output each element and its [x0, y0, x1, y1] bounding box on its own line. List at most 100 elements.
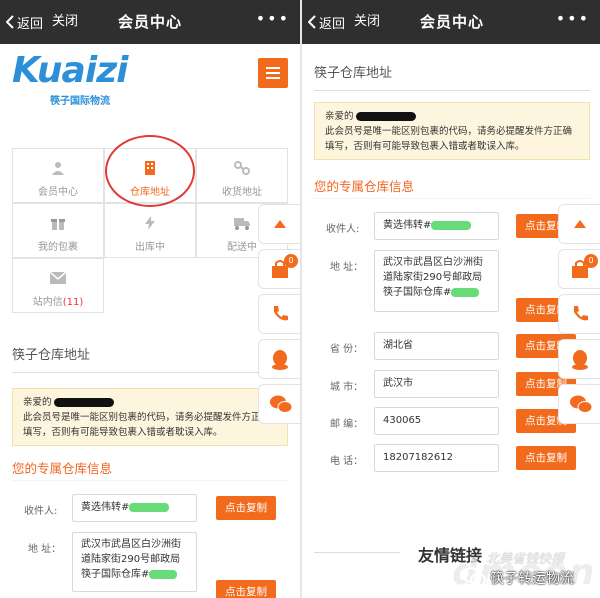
grid-item-member-center[interactable]: 会员中心 [12, 148, 104, 203]
scroll-top-button[interactable] [258, 204, 300, 244]
info-title: 您的专属仓库信息 [314, 179, 415, 194]
section-title: 筷子仓库地址 [12, 348, 91, 363]
highlight-mark [431, 220, 472, 230]
screenshot: 返回 关闭 会员中心 ••• Kuaizi 筷子国际物流 会员中心 仓库地址 收… [0, 0, 600, 598]
hamburger-menu-button[interactable] [258, 58, 288, 88]
province-field[interactable]: 湖北省 [374, 332, 499, 360]
back-label: 返回 [319, 16, 346, 32]
nav-bar: 返回 关闭 会员中心 ••• [302, 0, 600, 44]
grid-label: 收货地址 [222, 187, 262, 198]
address-field[interactable]: 武汉市武昌区白沙洲街道陆家街290号邮政局筷子国际仓库# [72, 532, 197, 592]
grid-item-outbound[interactable]: 出库中 [104, 203, 196, 258]
grid-label: 会员中心 [38, 187, 78, 198]
logo-text: Kuaizi [12, 50, 128, 91]
cart-button[interactable]: 0 [258, 249, 300, 289]
close-button[interactable]: 关闭 [52, 12, 78, 32]
grid-item-my-packages[interactable]: 我的包裹 [12, 203, 104, 258]
divider [12, 480, 288, 481]
page-title: 会员中心 [118, 13, 183, 31]
divider [12, 372, 288, 373]
more-menu-button[interactable]: ••• [256, 11, 290, 30]
bolt-icon [105, 216, 195, 234]
address-label: 地 址： [28, 544, 62, 555]
kuaizi-logo: Kuaizi 筷子国际物流 [12, 52, 142, 108]
nav-bar: 返回 关闭 会员中心 ••• [0, 0, 300, 44]
copy-address-button[interactable]: 点击复制 [216, 580, 276, 598]
user-icon [13, 161, 103, 179]
redaction-mark [355, 112, 416, 121]
phone-field[interactable]: 18207182612 [374, 444, 499, 472]
address-field[interactable]: 武汉市武昌区白沙洲街道陆家街290号邮政局筷子国际仓库# [374, 250, 499, 312]
zip-field[interactable]: 430065 [374, 407, 499, 435]
watermark-top: 北美省钱快报 [486, 552, 565, 567]
divider [314, 90, 590, 91]
highlight-mark [149, 569, 178, 579]
zip-label: 邮 编： [330, 419, 364, 430]
gift-icon [13, 216, 103, 234]
back-button[interactable]: 返回 [308, 12, 345, 32]
wechat-button[interactable] [258, 384, 300, 424]
notice-greeting: 亲爱的 [325, 111, 354, 122]
recipient-field[interactable]: 黄选伟转# [374, 212, 499, 240]
phone-icon [274, 306, 288, 321]
caret-up-icon [274, 220, 286, 228]
redaction-mark [53, 398, 114, 407]
city-label: 城 市： [330, 382, 364, 393]
phone-button[interactable] [558, 294, 600, 334]
grid-item-inbox[interactable]: 站内信(11) [12, 258, 104, 313]
notice-body: 此会员号是唯一能区别包裹的代码，请务必提醒发件方正确填写，否则有可能导致包裹入错… [325, 126, 573, 152]
chevron-left-icon [308, 15, 316, 29]
qq-button[interactable] [558, 339, 600, 379]
cart-badge: 0 [584, 254, 598, 268]
unread-badge: (11) [62, 297, 84, 308]
recipient-label: 收件人: [24, 506, 58, 517]
grid-label: 出库中 [135, 242, 165, 253]
grid-label: 站内信(11) [32, 297, 84, 308]
province-label: 省 份： [330, 344, 364, 355]
grid-item-delivery-address[interactable]: 收货地址 [196, 148, 288, 203]
logo-subtitle: 筷子国际物流 [50, 96, 110, 107]
highlight-mark [129, 502, 170, 512]
back-label: 返回 [17, 16, 44, 32]
qq-button[interactable] [258, 339, 300, 379]
right-screen: 返回 关闭 会员中心 ••• 筷子仓库地址 亲爱的 此会员号是唯一能区别包裹的代… [302, 0, 600, 598]
page-title: 会员中心 [420, 13, 485, 31]
more-menu-button[interactable]: ••• [556, 11, 590, 30]
watermark-bottom: 筷子转运物流 [490, 571, 574, 587]
info-title: 您的专属仓库信息 [12, 461, 113, 476]
phone-label: 电 话： [330, 456, 364, 467]
link-icon [197, 161, 287, 179]
notice-body: 此会员号是唯一能区别包裹的代码，请务必提醒发件方正确填写，否则有可能导致包裹入错… [23, 412, 271, 438]
highlight-circle [105, 135, 195, 207]
address-label: 地 址： [330, 262, 364, 273]
notice-greeting: 亲爱的 [23, 397, 52, 408]
grid-label: 我的包裹 [38, 242, 78, 253]
section-title: 筷子仓库地址 [314, 66, 393, 81]
copy-phone-button[interactable]: 点击复制 [516, 446, 576, 470]
wechat-icon [570, 395, 592, 413]
recipient-field[interactable]: 黄选伟转# [72, 494, 197, 522]
qq-penguin-icon [572, 350, 588, 370]
wechat-watermark-icon [462, 567, 486, 587]
caret-up-icon [574, 220, 586, 228]
phone-icon [574, 306, 588, 321]
member-notice: 亲爱的 此会员号是唯一能区别包裹的代码，请务必提醒发件方正确填写，否则有可能导致… [314, 102, 590, 160]
copy-recipient-button[interactable]: 点击复制 [216, 496, 276, 520]
left-screen: 返回 关闭 会员中心 ••• Kuaizi 筷子国际物流 会员中心 仓库地址 收… [0, 0, 300, 598]
divider [314, 552, 400, 553]
city-field[interactable]: 武汉市 [374, 370, 499, 398]
cart-badge: 0 [284, 254, 298, 268]
wechat-button[interactable] [558, 384, 600, 424]
divider [314, 198, 590, 199]
phone-button[interactable] [258, 294, 300, 334]
recipient-label: 收件人: [326, 224, 360, 235]
qq-penguin-icon [272, 350, 288, 370]
wechat-icon [270, 395, 292, 413]
cart-button[interactable]: 0 [558, 249, 600, 289]
chevron-left-icon [6, 15, 14, 29]
scroll-top-button[interactable] [558, 204, 600, 244]
highlight-mark [451, 287, 480, 297]
back-button[interactable]: 返回 [6, 12, 43, 32]
mail-icon [13, 271, 103, 289]
close-button[interactable]: 关闭 [354, 12, 380, 32]
